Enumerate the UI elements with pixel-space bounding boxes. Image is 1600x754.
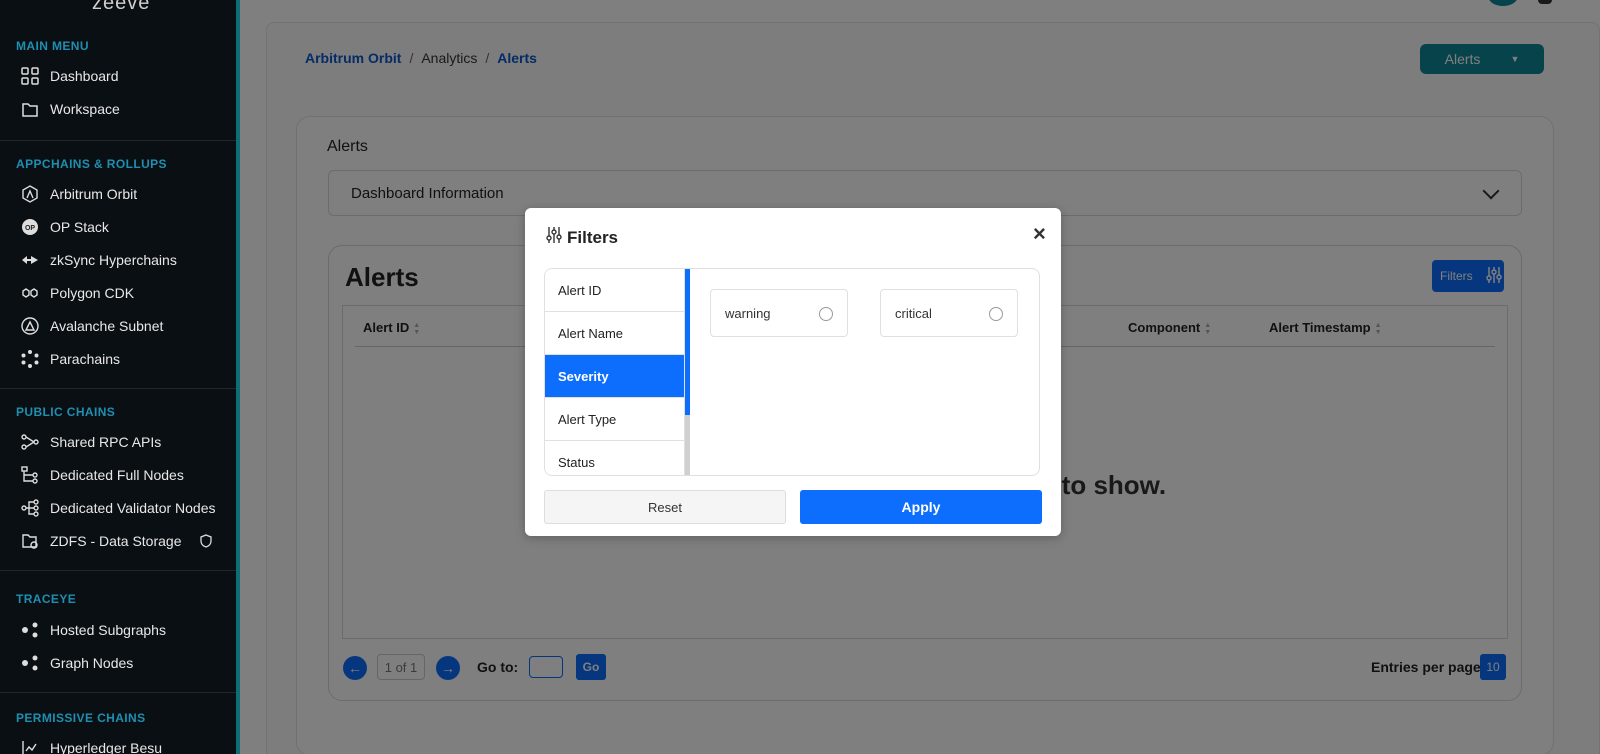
filter-panel: Alert ID Alert Name Severity Alert Type …: [544, 268, 1040, 476]
arbitrum-icon: [20, 184, 40, 204]
filter-category-list: Alert ID Alert Name Severity Alert Type …: [545, 269, 685, 475]
storage-icon: [20, 531, 40, 551]
polkadot-icon: [20, 349, 40, 369]
sidebar-item-workspace[interactable]: Workspace: [20, 94, 230, 124]
reset-button[interactable]: Reset: [544, 490, 786, 524]
sidebar-item-label: Arbitrum Orbit: [50, 186, 138, 202]
folder-icon: [20, 99, 40, 119]
sidebar-item-label: Dashboard: [50, 68, 119, 84]
severity-option-warning[interactable]: warning: [710, 289, 848, 337]
filter-category-alert-type[interactable]: Alert Type: [545, 398, 684, 441]
sidebar-item-hyperledger-besu[interactable]: Hyperledger Besu: [20, 733, 230, 754]
sidebar-divider: [0, 388, 236, 389]
shield-icon: [196, 531, 216, 551]
radio-button[interactable]: [819, 307, 833, 321]
sidebar-divider: [0, 570, 236, 571]
section-permissive-chains: PERMISSIVE CHAINS: [16, 711, 146, 725]
sidebar-divider: [0, 692, 236, 693]
sidebar-item-zksync[interactable]: zkSync Hyperchains: [20, 245, 230, 275]
option-label: critical: [895, 305, 932, 321]
subgraph-icon: [20, 620, 40, 640]
sidebar-item-avalanche[interactable]: Avalanche Subnet: [20, 311, 230, 341]
section-public-chains: PUBLIC CHAINS: [16, 405, 116, 419]
sidebar-item-label: Dedicated Full Nodes: [50, 467, 184, 483]
apply-button[interactable]: Apply: [800, 490, 1042, 524]
sidebar-item-label: Avalanche Subnet: [50, 318, 164, 334]
app-logo[interactable]: zeeve: [92, 0, 150, 15]
section-main-menu: MAIN MENU: [16, 39, 89, 53]
sidebar-item-label: Hyperledger Besu: [50, 740, 163, 754]
sidebar-item-dashboard[interactable]: Dashboard: [20, 61, 230, 91]
sidebar-item-label: ZDFS - Data Storage: [50, 533, 182, 549]
option-label: warning: [725, 305, 771, 321]
sidebar-item-polygon-cdk[interactable]: Polygon CDK: [20, 278, 230, 308]
filter-category-severity[interactable]: Severity: [545, 355, 684, 398]
sidebar-item-label: Parachains: [50, 351, 121, 367]
filter-category-alert-id[interactable]: Alert ID: [545, 269, 684, 312]
sliders-icon: [545, 226, 563, 249]
sidebar-item-arbitrum-orbit[interactable]: Arbitrum Orbit: [20, 179, 230, 209]
sidebar-item-label: Hosted Subgraphs: [50, 622, 166, 638]
filter-category-status[interactable]: Status: [545, 441, 684, 475]
sidebar-item-label: Shared RPC APIs: [50, 434, 162, 450]
sidebar-item-label: Dedicated Validator Nodes: [50, 500, 216, 516]
zksync-icon: [20, 250, 40, 270]
severity-option-critical[interactable]: critical: [880, 289, 1018, 337]
sidebar-divider: [0, 140, 236, 141]
category-scrollbar-thumb[interactable]: [685, 269, 690, 415]
sidebar: zeeve MAIN MENU Dashboard Workspace APPC…: [0, 0, 240, 754]
sidebar-item-label: zkSync Hyperchains: [50, 252, 177, 268]
validator-icon: [20, 498, 40, 518]
polygon-icon: [20, 283, 40, 303]
sidebar-item-label: OP Stack: [50, 219, 109, 235]
sidebar-item-label: Polygon CDK: [50, 285, 135, 301]
filter-category-alert-name[interactable]: Alert Name: [545, 312, 684, 355]
sidebar-item-hosted-subgraphs[interactable]: Hosted Subgraphs: [20, 615, 230, 645]
avalanche-icon: [20, 316, 40, 336]
full-nodes-icon: [20, 465, 40, 485]
filters-modal: Filters × Alert ID Alert Name Severity A…: [525, 208, 1061, 536]
sidebar-item-shared-rpc[interactable]: Shared RPC APIs: [20, 427, 230, 457]
close-icon[interactable]: ×: [1033, 223, 1046, 245]
sidebar-item-zdfs[interactable]: ZDFS - Data Storage: [20, 526, 230, 556]
radio-button[interactable]: [989, 307, 1003, 321]
sidebar-item-parachains[interactable]: Parachains: [20, 344, 230, 374]
modal-title-text: Filters: [567, 227, 619, 247]
sidebar-item-label: Workspace: [50, 101, 120, 117]
sidebar-item-full-nodes[interactable]: Dedicated Full Nodes: [20, 460, 230, 490]
sidebar-item-graph-nodes[interactable]: Graph Nodes: [20, 648, 230, 678]
sidebar-item-op-stack[interactable]: OP OP Stack: [20, 212, 230, 242]
rpc-icon: [20, 432, 40, 452]
graph-node-icon: [20, 653, 40, 673]
besu-icon: [20, 738, 40, 754]
op-icon: OP: [20, 217, 40, 237]
sidebar-item-validator-nodes[interactable]: Dedicated Validator Nodes: [20, 493, 230, 523]
section-appchains: APPCHAINS & ROLLUPS: [16, 157, 167, 171]
sidebar-item-label: Graph Nodes: [50, 655, 134, 671]
grid-icon: [20, 66, 40, 86]
svg-text:OP: OP: [25, 225, 35, 232]
section-traceye: TRACEYE: [16, 592, 77, 606]
modal-title: Filters: [545, 226, 618, 249]
